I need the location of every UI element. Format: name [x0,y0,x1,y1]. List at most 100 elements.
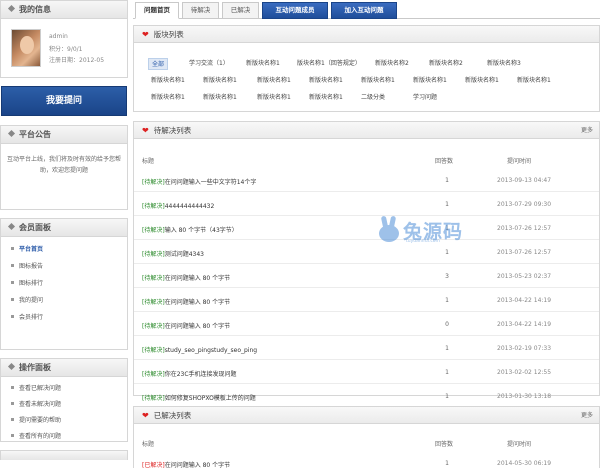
status-tag: [待解决] [142,347,165,354]
sections-header: ❤ 版块列表 [134,26,599,43]
answer-count: 1 [445,345,449,352]
question-title-link[interactable]: [待解决]在问问题输入 80 个字节 [142,321,230,330]
ask-time: 2013-07-26 12:57 [497,249,552,256]
op-item-help[interactable]: 提问需要的帮助 [1,413,127,429]
section-tag[interactable]: 新版块名称1 [462,75,502,87]
section-tag[interactable]: 新版块名称1 [200,92,240,104]
answer-count: 1 [445,297,449,304]
section-tag-all[interactable]: 全部 [148,58,169,70]
member-item-ranking[interactable]: 图标排行 [1,275,127,292]
section-tag[interactable]: 版块名称1（回答规定） [294,58,364,70]
section-tag[interactable]: 新版块名称1 [148,92,188,104]
status-tag: [待解决] [142,371,165,378]
answer-count: 1 [445,249,449,256]
question-title: 4444444444432 [164,203,215,210]
section-tag[interactable]: 新版块名称1 [410,75,450,87]
section-tag[interactable]: 新版块名称1 [254,75,294,87]
section-tag[interactable]: 新版块名称2 [372,58,412,70]
tab-pending[interactable]: 待解决 [182,2,219,19]
ask-question-button[interactable]: 我要提问 [1,86,127,116]
table-row: [已解决]在问问题输入 80 个字节 1 2014-05-30 06:19 [134,453,599,468]
table-row: [待解决]在问问题输入 80 个字节 3 2013-05-23 02:37 [134,266,599,288]
question-title-link[interactable]: [待解决]4444444444432 [142,201,214,210]
resolved-more-link[interactable]: 更多 [581,407,593,424]
tab-home[interactable]: 问题首页 [135,2,179,19]
section-tag[interactable]: 学习交流（1） [186,58,232,70]
user-name[interactable]: admin [49,33,68,40]
question-title-link[interactable]: [待解决]在问问题输入 80 个字节 [142,273,230,282]
question-title-link[interactable]: [待解决]在问问题输入一些中文字符14个字 [142,177,256,186]
question-title: 测试问题4343 [164,251,204,258]
section-tag[interactable]: 新版块名称1 [243,58,283,70]
member-item-member-ranking[interactable]: 会员排行 [1,309,127,326]
status-tag: [待解决] [142,251,165,258]
section-tag[interactable]: 新版块名称1 [200,75,240,87]
question-title-link[interactable]: [已解决]在问问题输入 80 个字节 [142,460,230,468]
bullet-icon [11,315,14,318]
bullet-icon [11,418,14,421]
question-title-link[interactable]: [待解决]如何修复SHOPXO模板上传的问题 [142,393,256,402]
table-row: [待解决]在问问题输入 80 个字节 0 2013-04-22 14:19 [134,314,599,336]
user-register-date: 注册日期：2012-05 [49,57,105,64]
user-level: 积分：9/0/1 [49,46,83,53]
question-title-link[interactable]: [待解决]study_seo_pingstudy_seo_ping [142,345,257,354]
section-tag[interactable]: 新版块名称1 [306,92,346,104]
status-tag: [待解决] [142,227,165,234]
member-item-my-questions[interactable]: 我的提问 [1,292,127,309]
question-title-link[interactable]: [待解决]测试问题4343 [142,249,204,258]
bullet-icon [11,386,14,389]
tab-members[interactable]: 互动问题成员 [262,2,328,19]
answer-count: 1 [445,201,449,208]
section-tag[interactable]: 新版块名称3 [484,58,524,70]
status-tag: [待解决] [142,179,165,186]
panel-header: 操作面板 [1,359,127,377]
question-title-link[interactable]: [待解决]在问问题输入 80 个字节 [142,297,230,306]
member-menu: 平台首页 图标报告 图标排行 我的提问 会员排行 [1,237,127,326]
heart-icon: ❤ [142,126,149,135]
user-info-panel: 我的信息 admin 积分：9/0/1 注册日期：2012-05 [0,0,128,78]
status-tag: [已解决] [142,462,165,468]
pending-more-link[interactable]: 更多 [581,122,593,139]
question-title: 如何修复SHOPXO模板上传的问题 [164,395,256,402]
heart-icon: ❤ [142,411,149,420]
ask-time: 2013-05-23 02:37 [497,273,552,280]
tab-join[interactable]: 加入互动问题 [331,2,397,19]
panel-header: 平台公告 [1,126,127,144]
op-item-all[interactable]: 查看所有的问题 [1,429,127,445]
diamond-icon [7,362,16,371]
bullet-icon [11,402,14,405]
question-title-link[interactable]: [待解决]你在23C手机连接发现问题 [142,369,237,378]
section-tag[interactable]: 新版块名称2 [426,58,466,70]
member-item-report[interactable]: 图标报告 [1,258,127,275]
question-title: 在问问题输入 80 个字节 [164,462,231,468]
section-tag[interactable]: 新版块名称1 [358,75,398,87]
tab-bar: 问题首页 待解决 已解决 互动问题成员 加入互动问题 [133,0,600,20]
answer-count: 1 [445,460,449,467]
member-item-home[interactable]: 平台首页 [1,241,127,258]
status-tag: [待解决] [142,203,165,210]
bullet-icon [11,247,14,250]
section-tag[interactable]: 新版块名称1 [148,75,188,87]
sections-title: 版块列表 [153,30,184,39]
answer-count: 0 [445,321,449,328]
question-title-link[interactable]: [待解决]输入 80 个字节（43字节） [142,225,238,234]
ask-time: 2013-07-29 09:30 [497,201,552,208]
question-title: 你在23C手机连接发现问题 [164,371,237,378]
table-row: [待解决]study_seo_pingstudy_seo_ping 1 2013-0… [134,338,599,360]
answer-count: 3 [445,273,449,280]
avatar[interactable] [11,29,41,67]
sections-panel: ❤ 版块列表 全部 学习交流（1） 新版块名称1 版块名称1（回答规定） 新版块名称2 新版… [133,25,600,112]
table-row: [待解决]输入 80 个字节（43字节） 1 2013-07-26 12:57 [134,218,599,240]
op-item-resolved[interactable]: 查看已解决问题 [1,381,127,397]
section-tag[interactable]: 学习问题 [410,92,440,104]
section-tag[interactable]: 新版块名称1 [306,75,346,87]
tab-resolved[interactable]: 已解决 [222,2,259,19]
op-item-unresolved[interactable]: 查看未解决问题 [1,397,127,413]
main-content: 问题首页 待解决 已解决 互动问题成员 加入互动问题 ❤ 版块列表 全部 学习交流（… [133,0,600,468]
section-tag[interactable]: 新版块名称1 [514,75,554,87]
question-title: study_seo_pingstudy_seo_ping [164,347,258,354]
pending-title: 待解决列表 [153,126,192,135]
section-tag[interactable]: 新版块名称1 [254,92,294,104]
col-header-title: 标题 [142,158,155,165]
section-tag[interactable]: 二级分类 [358,92,388,104]
